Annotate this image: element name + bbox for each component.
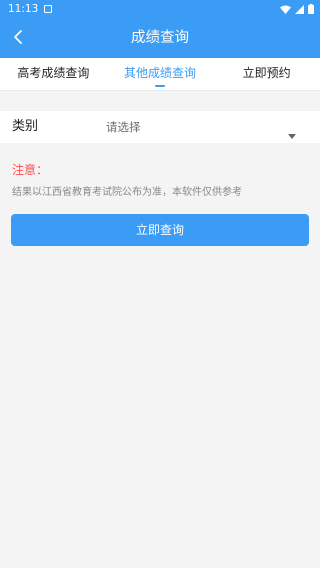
wifi-icon [280, 5, 291, 14]
back-button[interactable] [4, 24, 32, 52]
tab-label: 高考成绩查询 [17, 66, 90, 80]
notice-title: 注意： [12, 163, 49, 177]
tab-bar: 高考成绩查询 其他成绩查询 立即预约 [0, 58, 320, 91]
chevron-left-icon [13, 29, 23, 48]
tab-active-indicator [155, 85, 165, 87]
signal-icon [295, 4, 304, 14]
tab-label: 其他成绩查询 [124, 66, 197, 80]
status-bar: 11:13 [0, 0, 320, 18]
notice-text: 结果以江西省教育考试院公布为准，本软件仅供参考 [12, 187, 242, 198]
tab-other-score[interactable]: 其他成绩查询 [107, 58, 214, 90]
category-row: 类别 请选择 [0, 111, 320, 143]
category-select[interactable]: 请选择 [106, 111, 300, 143]
dropdown-arrow-icon[interactable] [288, 124, 296, 143]
tab-appointment[interactable]: 立即预约 [213, 58, 320, 90]
notification-icon [44, 5, 53, 13]
status-time: 11:13 [8, 3, 39, 15]
app-bar: 成绩查询 [0, 18, 320, 58]
status-icons [280, 4, 314, 14]
page-title: 成绩查询 [131, 30, 189, 46]
query-button[interactable]: 立即查询 [11, 214, 309, 246]
category-label: 类别 [12, 119, 39, 134]
tab-gaokao-score[interactable]: 高考成绩查询 [0, 58, 107, 90]
battery-icon [308, 4, 314, 14]
tab-label: 立即预约 [242, 66, 291, 80]
